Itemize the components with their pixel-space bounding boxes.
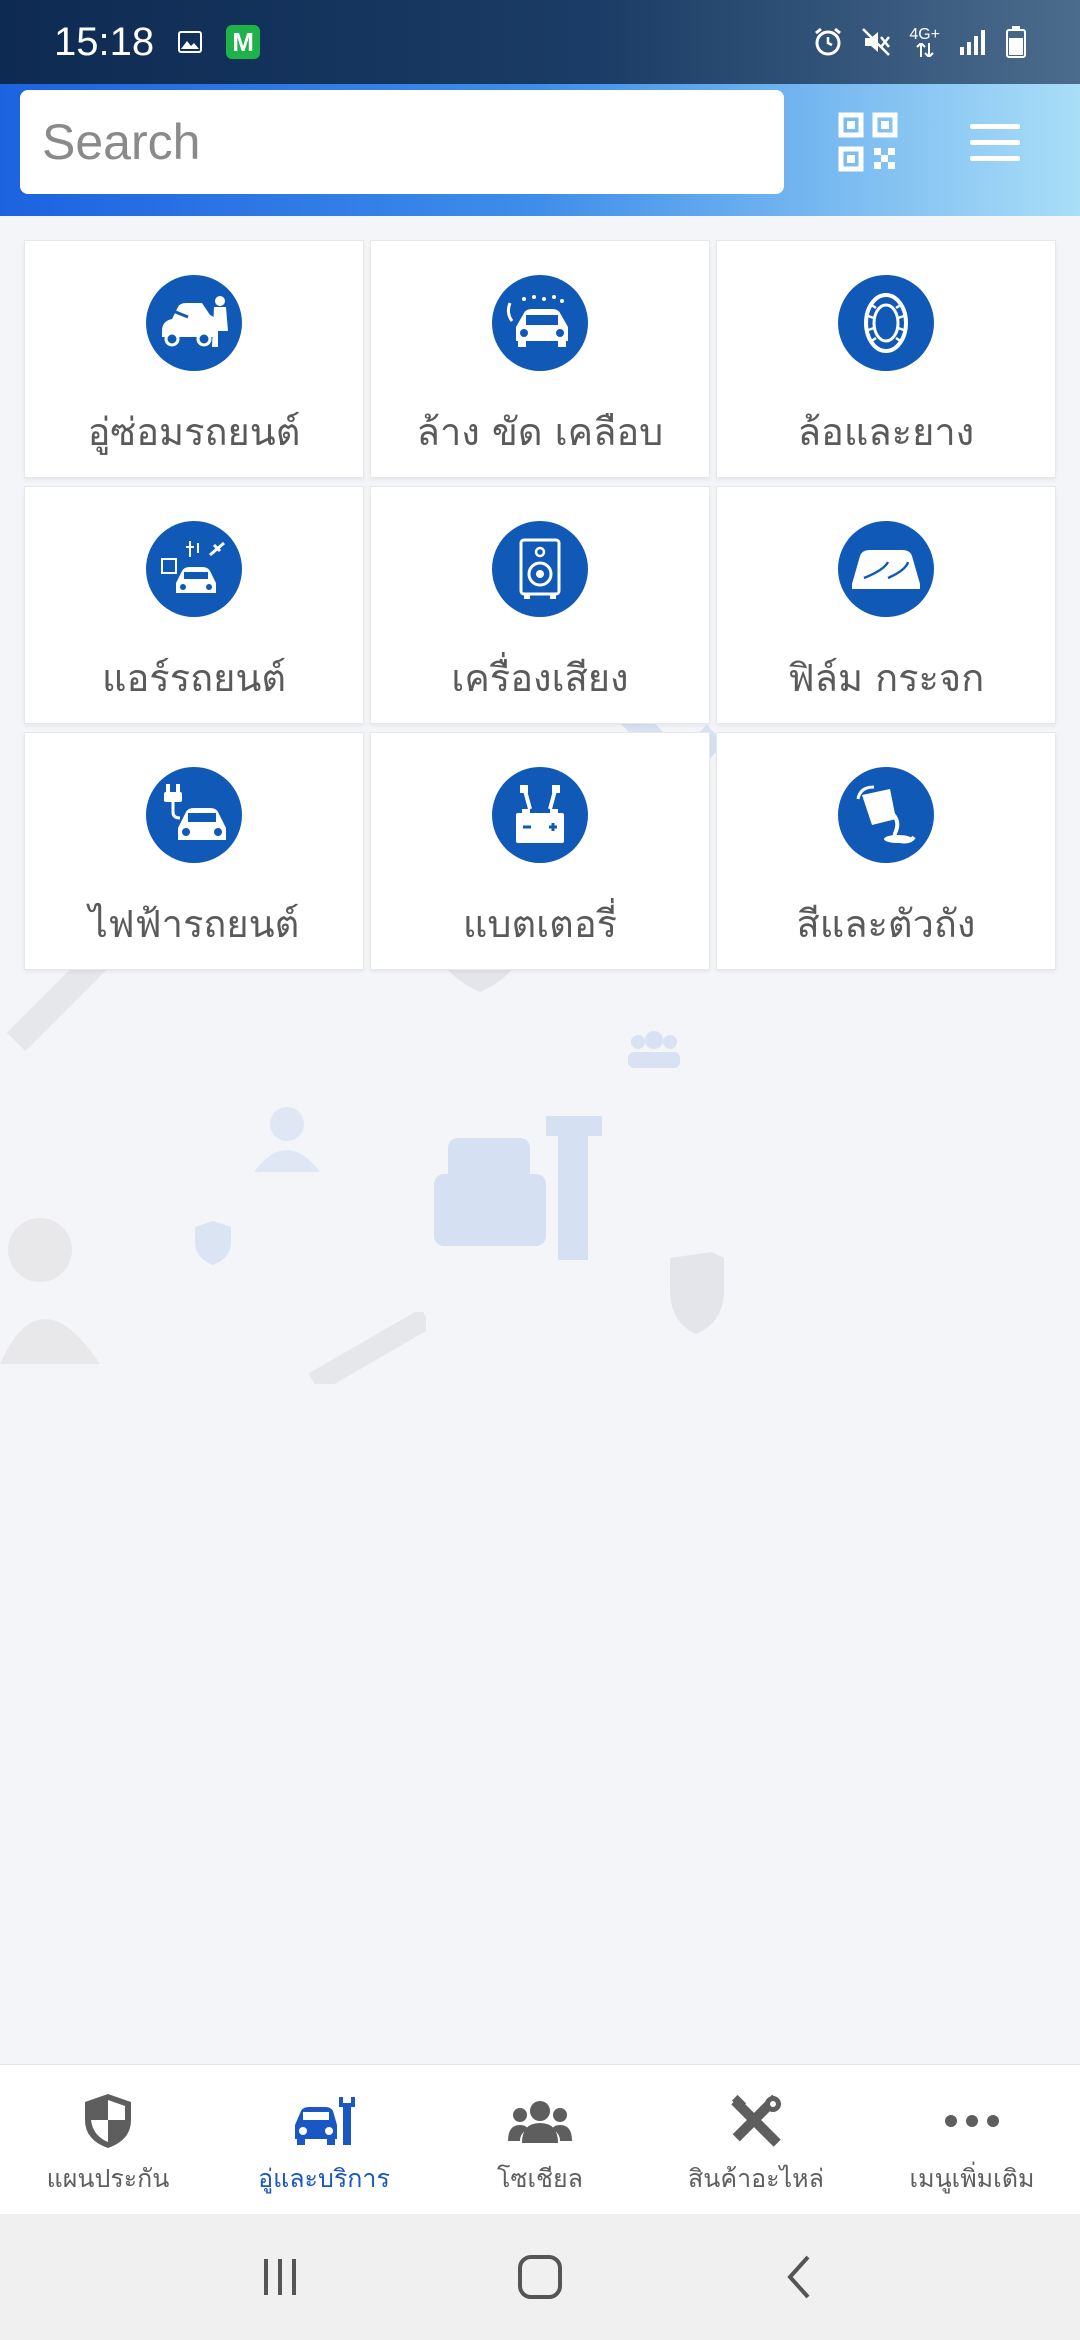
paint-bucket-icon <box>838 767 934 863</box>
service-tile-electric[interactable]: ไฟฟ้ารถยนต์ <box>24 732 364 970</box>
tools-icon <box>729 2091 783 2151</box>
speaker-icon <box>492 521 588 617</box>
back-icon <box>787 2255 810 2299</box>
m-app-icon: M <box>226 25 261 59</box>
service-tile-audio[interactable]: เครื่องเสียง <box>370 486 710 724</box>
service-label: ล้าง ขัด เคลือบ <box>416 410 664 454</box>
service-label: ฟิล์ม กระจก <box>787 656 985 700</box>
network-label: 4G+ <box>909 26 940 43</box>
car-wrench-large-watermark-icon <box>434 1116 602 1260</box>
header <box>0 84 1080 216</box>
home-button[interactable] <box>500 2237 580 2317</box>
nav-label: โซเชียล <box>497 2164 583 2193</box>
nav-item-garage-services[interactable]: อู่และบริการ <box>216 2065 432 2214</box>
car-wrench-icon <box>293 2091 355 2151</box>
service-label: อู่ซ่อมรถยนต์ <box>87 410 301 454</box>
recent-apps-button[interactable] <box>240 2237 320 2317</box>
qr-code-icon[interactable] <box>838 112 898 172</box>
back-button[interactable] <box>760 2237 840 2317</box>
home-icon <box>518 2255 562 2299</box>
bottom-nav: แผนประกัน อู่และบริการ โซเชียล สินค้าอะไ… <box>0 2064 1080 2214</box>
car-wash-icon <box>492 275 588 371</box>
car-aircon-icon <box>146 521 242 617</box>
nav-item-insurance[interactable]: แผนประกัน <box>0 2065 216 2214</box>
nav-item-more[interactable]: เมนูเพิ่มเติม <box>864 2065 1080 2214</box>
service-tile-car-wash[interactable]: ล้าง ขัด เคลือบ <box>370 240 710 478</box>
nav-item-social[interactable]: โซเชียล <box>432 2065 648 2214</box>
status-time: 15:18 <box>54 19 155 64</box>
service-label: แอร์รถยนต์ <box>101 656 287 700</box>
service-label: ล้อและยาง <box>797 410 975 454</box>
car-electric-icon <box>146 767 242 863</box>
network-indicator: 4G+ <box>909 27 940 57</box>
system-nav-bar <box>0 2214 1080 2340</box>
nav-label: อู่และบริการ <box>258 2164 390 2193</box>
service-tile-paint[interactable]: สีและตัวถัง <box>716 732 1056 970</box>
search-input[interactable] <box>20 90 784 194</box>
nav-label: สินค้าอะไหล่ <box>688 2164 824 2193</box>
windshield-icon <box>838 521 934 617</box>
nav-label: เมนูเพิ่มเติม <box>909 2164 1035 2193</box>
mute-icon <box>862 28 891 56</box>
service-label: แบตเตอรี่ <box>462 902 618 946</box>
users-icon <box>508 2091 572 2151</box>
service-tile-battery[interactable]: แบตเตอรี่ <box>370 732 710 970</box>
service-grid: อู่ซ่อมรถยนต์ ล้าง ขัด เคลือบ ล้อและยาง <box>24 240 1056 970</box>
more-dots-icon <box>944 2091 1000 2151</box>
gallery-icon <box>178 31 203 53</box>
service-label: เครื่องเสียง <box>451 656 629 700</box>
users-watermark-icon-2 <box>0 1218 100 1364</box>
service-tile-film[interactable]: ฟิล์ม กระจก <box>716 486 1056 724</box>
service-label: ไฟฟ้ารถยนต์ <box>88 902 300 946</box>
nav-item-parts[interactable]: สินค้าอะไหล่ <box>648 2065 864 2214</box>
service-tile-car-repair[interactable]: อู่ซ่อมรถยนต์ <box>24 240 364 478</box>
tire-icon <box>838 275 934 371</box>
signal-icon <box>960 30 985 55</box>
data-arrows-icon <box>915 43 934 57</box>
service-tile-aircon[interactable]: แอร์รถยนต์ <box>24 486 364 724</box>
shield-watermark-icon-2 <box>670 1252 724 1334</box>
service-label: สีและตัวถัง <box>796 902 976 946</box>
battery-charge-icon <box>492 767 588 863</box>
status-bar: 15:18 M 4G+ <box>0 0 1080 84</box>
users-watermark-icon <box>628 1031 680 1068</box>
hamburger-menu-icon[interactable] <box>966 118 1026 168</box>
car-repair-icon <box>146 275 242 371</box>
shield-icon <box>83 2091 133 2151</box>
service-tile-tire[interactable]: ล้อและยาง <box>716 240 1056 478</box>
wrench-watermark-icon-3 <box>308 1312 426 1384</box>
shield-small-watermark-icon <box>195 1221 231 1265</box>
recent-apps-icon <box>264 2259 296 2295</box>
alarm-icon <box>815 27 842 56</box>
battery-icon <box>1006 26 1026 58</box>
nav-label: แผนประกัน <box>46 2164 170 2193</box>
user-watermark-icon-2 <box>254 1107 320 1172</box>
